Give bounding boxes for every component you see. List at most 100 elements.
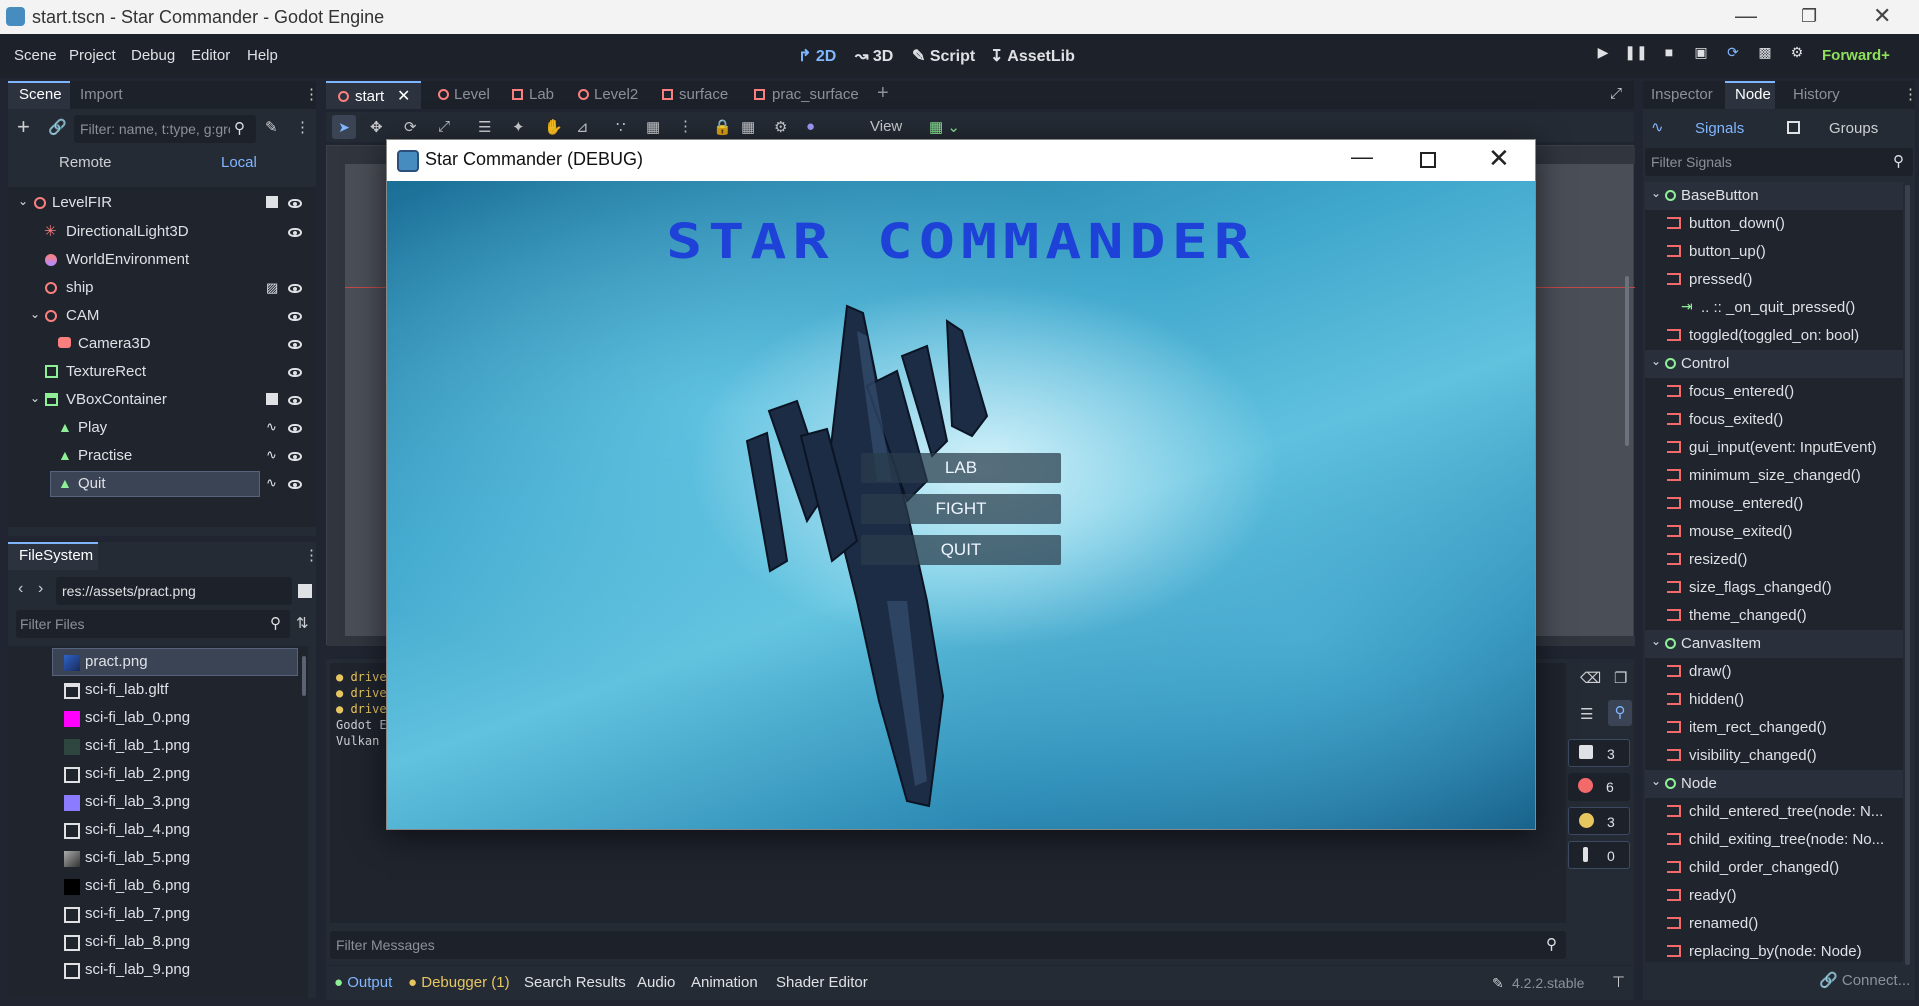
- add-node-icon[interactable]: +: [17, 114, 30, 140]
- signal-row[interactable]: mouse_entered(): [1645, 490, 1903, 518]
- fight-button[interactable]: FIGHT: [861, 494, 1061, 524]
- eye-icon[interactable]: [288, 228, 302, 237]
- signal-row[interactable]: size_flags_changed(): [1645, 574, 1903, 602]
- tab-audio[interactable]: Audio: [637, 974, 675, 991]
- tree-row-vboxcontainer[interactable]: ⌄ VBoxContainer: [8, 387, 308, 413]
- signal-row[interactable]: toggled(toggled_on: bool): [1645, 322, 1903, 350]
- menu-editor[interactable]: Editor: [191, 47, 230, 64]
- mode-3d-button[interactable]: ↝ 3D: [855, 46, 893, 66]
- sort-icon[interactable]: ⇅: [296, 614, 309, 632]
- tab-level2[interactable]: Level2: [594, 86, 638, 103]
- tree-row-directionallight[interactable]: ✳ DirectionalLight3D: [8, 219, 308, 245]
- tab-lab[interactable]: Lab: [529, 86, 554, 103]
- search-toggle-icon[interactable]: ⚲: [1608, 700, 1632, 726]
- tree-row-practise[interactable]: ▲ Practise ∿: [8, 443, 308, 469]
- tree-row-play[interactable]: ▲ Play ∿: [8, 415, 308, 441]
- signal-group-row[interactable]: ⌄ Node: [1645, 770, 1903, 798]
- tree-row-texturerect[interactable]: TextureRect: [8, 359, 308, 385]
- eye-icon[interactable]: [288, 199, 302, 208]
- eye-icon[interactable]: [288, 284, 302, 293]
- tab-start[interactable]: start ✕: [326, 81, 421, 109]
- pivot-tool-icon[interactable]: ✦: [512, 118, 525, 136]
- pause-icon[interactable]: ❚❚: [1623, 44, 1649, 68]
- tab-import[interactable]: Import: [80, 86, 123, 103]
- signal-group-row[interactable]: ⌄ BaseButton: [1645, 182, 1903, 210]
- clear-output-icon[interactable]: ⌫: [1580, 669, 1601, 687]
- mode-script-button[interactable]: ✎ Script: [912, 46, 975, 66]
- signal-row[interactable]: replacing_by(node: Node): [1645, 938, 1903, 962]
- clapper-icon[interactable]: ▨: [266, 280, 278, 296]
- restore-button[interactable]: ❐: [1801, 6, 1817, 27]
- tree-row-levelfir[interactable]: ⌄ LevelFIR: [8, 190, 308, 216]
- close-button[interactable]: ✕: [1873, 3, 1891, 29]
- eye-icon[interactable]: [288, 312, 302, 321]
- signal-row[interactable]: button_down(): [1645, 210, 1903, 238]
- tab-animation[interactable]: Animation: [691, 974, 758, 991]
- eye-icon[interactable]: [288, 368, 302, 377]
- scrollbar[interactable]: [1905, 185, 1910, 965]
- file-row[interactable]: sci-fi_lab_5.png: [8, 844, 308, 872]
- signal-row[interactable]: child_order_changed(): [1645, 854, 1903, 882]
- dock-menu-icon[interactable]: ⋮: [1903, 85, 1918, 103]
- distraction-free-icon[interactable]: ⤢: [1610, 85, 1622, 102]
- group-icon[interactable]: [266, 196, 278, 208]
- close-tab-icon[interactable]: ✕: [397, 86, 410, 106]
- tree-row-quit[interactable]: ▲ Quit ∿: [8, 471, 308, 497]
- game-close-button[interactable]: ✕: [1488, 143, 1510, 174]
- ruler-tool-icon[interactable]: ⊿: [576, 118, 589, 136]
- groups-button[interactable]: Groups: [1829, 120, 1878, 137]
- signal-row[interactable]: hidden(): [1645, 686, 1903, 714]
- add-tab-icon[interactable]: +: [877, 82, 889, 105]
- signal-row[interactable]: item_rect_changed(): [1645, 714, 1903, 742]
- file-filter-input[interactable]: Filter Files ⚲: [16, 610, 290, 638]
- local-button[interactable]: Local: [221, 154, 257, 171]
- dock-menu-icon[interactable]: ⋮: [304, 85, 319, 103]
- menu-help[interactable]: Help: [247, 47, 278, 64]
- mode-assetlib-button[interactable]: ↧ AssetLib: [990, 46, 1075, 66]
- move-tool-icon[interactable]: ✥: [370, 118, 383, 136]
- signal-row[interactable]: draw(): [1645, 658, 1903, 686]
- scale-tool-icon[interactable]: ⤢: [438, 118, 450, 135]
- rotate-tool-icon[interactable]: ⟳: [404, 118, 417, 136]
- view-menu[interactable]: View: [870, 118, 902, 135]
- eye-icon[interactable]: [288, 480, 302, 489]
- signal-row[interactable]: pressed(): [1645, 266, 1903, 294]
- signal-row[interactable]: focus_exited(): [1645, 406, 1903, 434]
- signal-row[interactable]: resized(): [1645, 546, 1903, 574]
- file-row[interactable]: sci-fi_lab_4.png: [8, 816, 308, 844]
- remote-button[interactable]: Remote: [59, 154, 112, 171]
- signal-row[interactable]: focus_entered(): [1645, 378, 1903, 406]
- signal-icon[interactable]: ∿: [266, 419, 277, 435]
- chevron-down-icon[interactable]: ⌄: [18, 194, 28, 208]
- file-row[interactable]: sci-fi_lab_6.png: [8, 872, 308, 900]
- error-count-button[interactable]: 6: [1568, 773, 1630, 801]
- back-icon[interactable]: ‹: [18, 580, 23, 598]
- signal-icon[interactable]: ∿: [266, 447, 277, 463]
- settings-icon[interactable]: ⚙: [1784, 44, 1810, 68]
- chevron-down-icon[interactable]: ⌄: [1651, 354, 1661, 368]
- group-icon[interactable]: [266, 393, 278, 405]
- file-row[interactable]: sci-fi_lab_9.png: [8, 956, 308, 984]
- tab-level[interactable]: Level: [454, 86, 490, 103]
- signal-row[interactable]: ready(): [1645, 882, 1903, 910]
- filter-toggle-icon[interactable]: ☰: [1580, 705, 1593, 723]
- signal-filter-input[interactable]: Filter Signals ⚲: [1645, 148, 1913, 176]
- file-row[interactable]: sci-fi_lab_0.png: [8, 704, 308, 732]
- engine-version[interactable]: 4.2.2.stable: [1512, 975, 1584, 991]
- chevron-down-icon[interactable]: ⌄: [1651, 634, 1661, 648]
- link-icon[interactable]: 🔗: [48, 118, 67, 136]
- lab-button[interactable]: LAB: [861, 453, 1061, 483]
- tab-prac-surface[interactable]: prac_surface: [772, 86, 859, 103]
- snap-options-icon[interactable]: ⋮: [678, 117, 693, 135]
- tree-row-camera3d[interactable]: Camera3D: [8, 331, 308, 357]
- stop-icon[interactable]: ■: [1656, 44, 1682, 68]
- eye-icon[interactable]: [288, 424, 302, 433]
- tab-inspector[interactable]: Inspector: [1651, 86, 1713, 103]
- file-row[interactable]: sci-fi_lab_8.png: [8, 928, 308, 956]
- particles-icon[interactable]: ●: [806, 118, 815, 135]
- connect-button[interactable]: 🔗 Connect...: [1819, 971, 1910, 989]
- signal-row[interactable]: renamed(): [1645, 910, 1903, 938]
- menu-scene[interactable]: Scene: [14, 47, 57, 64]
- signal-row[interactable]: theme_changed(): [1645, 602, 1903, 630]
- game-maximize-button[interactable]: [1420, 152, 1436, 168]
